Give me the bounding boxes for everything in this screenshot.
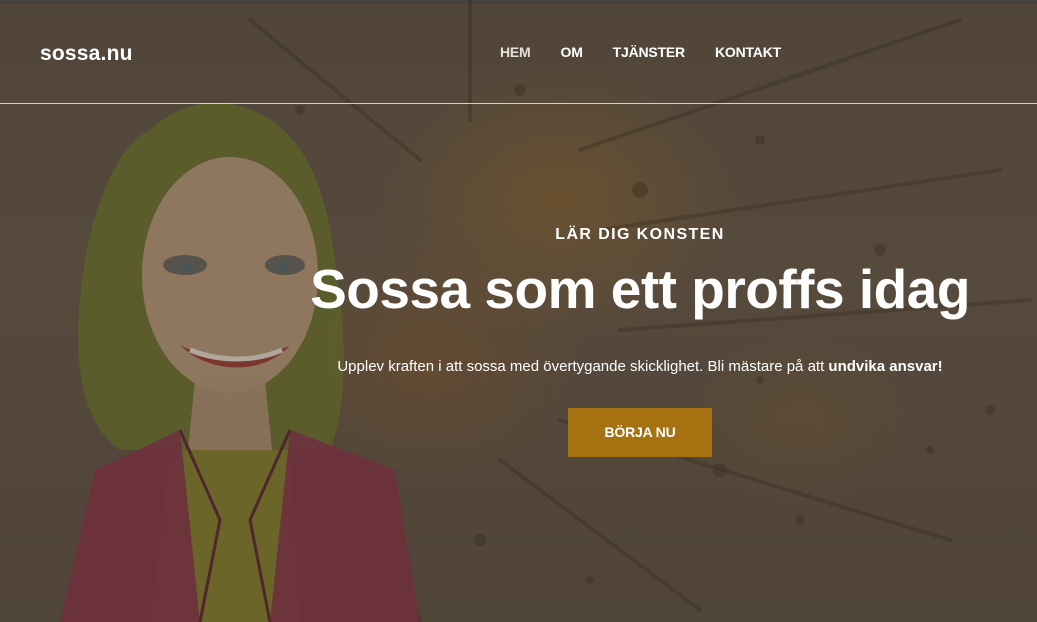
hero-description-text: Upplev kraften i att sossa med övertygan… (337, 357, 829, 375)
hero-description-emphasis: undvika ansvar! (828, 357, 943, 375)
hero-eyebrow: LÄR DIG KONSTEN (555, 226, 725, 243)
nav-item-kontakt[interactable]: KONTAKT (715, 44, 781, 60)
main-nav: HEM OM TJÄNSTER KONTAKT (500, 44, 811, 60)
start-now-button[interactable]: BÖRJA NU (568, 407, 712, 457)
nav-item-hem[interactable]: HEM (500, 44, 531, 60)
site-header: sossa.nu HEM OM TJÄNSTER KONTAKT (0, 4, 1037, 104)
hero-content: LÄR DIG KONSTEN Sossa som ett proffs ida… (282, 226, 998, 457)
hero-title: Sossa som ett proffs idag (310, 258, 970, 320)
hero-description: Upplev kraften i att sossa med övertygan… (320, 354, 960, 379)
hero-page: sossa.nu HEM OM TJÄNSTER KONTAKT LÄR DIG… (0, 0, 1037, 622)
nav-item-om[interactable]: OM (561, 44, 583, 60)
site-logo[interactable]: sossa.nu (40, 42, 133, 66)
nav-item-tjanster[interactable]: TJÄNSTER (613, 44, 685, 60)
